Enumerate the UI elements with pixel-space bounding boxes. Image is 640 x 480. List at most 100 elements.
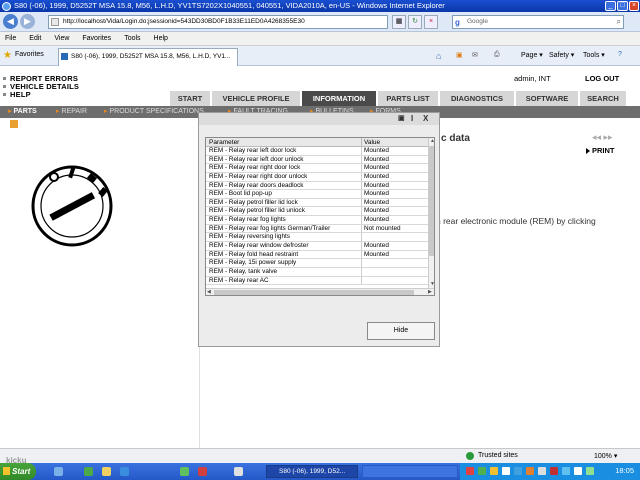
tab-parts-list[interactable]: PARTS LIST [378,91,440,106]
security-zone[interactable]: Trusted sites [478,452,518,459]
zoom-level[interactable]: 100% ▾ [594,452,617,460]
dialog-close-button[interactable]: X [423,114,428,123]
table-row[interactable]: REM - Relay rear fog lights German/Trail… [206,224,428,234]
dialog-minimize-button[interactable]: I [411,114,413,123]
parameter-cell: REM - Relay rear left door lock [209,147,297,154]
value-cell: Mounted [364,164,389,172]
tray-icon-4[interactable] [502,467,510,475]
table-row[interactable]: REM - Relay rear right door lock Mounted [206,164,428,173]
tray-icon-8[interactable] [550,467,558,475]
table-row[interactable]: REM - Relay petrol filler lid unlock Moun… [206,207,428,217]
table-row[interactable]: REM - Relay, 15i power supply [206,259,428,268]
column-header-parameter[interactable]: Parameter [209,138,239,147]
app3-quicklaunch-icon[interactable] [234,467,243,476]
print-icon[interactable]: ⎙ [494,51,500,59]
table-row[interactable]: REM - Relay fold head restraint Mounted [206,250,428,260]
scroll-up-icon[interactable]: ▲ [430,138,434,144]
menu-tools[interactable]: Tools [124,35,140,42]
table-row[interactable]: REM - Relay rear window defroster Mounted [206,242,428,251]
value-cell: Mounted [364,250,389,258]
value-cell: Mounted [364,155,389,163]
table-row[interactable]: REM - Boot lid pop-up Mounted [206,190,428,199]
compat-view-icon[interactable]: ▦ [392,15,406,29]
tools-menu[interactable]: Tools ▾ [583,51,605,59]
table-row[interactable]: REM - Relay rear fog lights Mounted [206,216,428,225]
subtab-repair[interactable]: ▸ REPAIR [56,106,87,118]
network-icon[interactable] [586,467,594,475]
mail-icon[interactable]: ✉ [472,51,478,59]
tab-vehicle-profile[interactable]: VEHICLE PROFILE [212,91,302,106]
feeds-icon[interactable]: ▣ [456,51,463,59]
tray-icon-5[interactable] [514,467,522,475]
logout-link[interactable]: LOG OUT [585,74,619,83]
table-row[interactable]: REM - Relay, tank valve [206,267,428,277]
tab-information[interactable]: INFORMATION [302,91,378,106]
hide-button[interactable]: Hide [367,322,435,340]
table-row[interactable]: REM - Relay rear right door unlock Mounte… [206,172,428,182]
folder-icon[interactable] [102,467,111,476]
print-button[interactable]: PRINT [586,146,615,155]
favorites-star-icon[interactable]: ★ [3,50,12,61]
tab-start[interactable]: START [170,91,212,106]
page-menu[interactable]: Page ▾ [521,51,543,59]
menu-view[interactable]: View [54,35,69,42]
home-icon[interactable]: ⌂ [436,51,441,61]
show-desktop-icon[interactable] [54,467,63,476]
refresh-icon[interactable]: ↻ [408,15,422,29]
favorites-button[interactable]: Favorites [15,51,44,58]
column-header-value[interactable]: Value [364,138,380,147]
menu-file[interactable]: File [5,35,16,42]
search-icon[interactable]: ⌕ [617,16,621,28]
menu-help[interactable]: Help [154,35,168,42]
table-row[interactable]: REM - Relay rear left door lock Mounted [206,147,428,156]
search-placeholder: Google [467,18,488,25]
app-quicklaunch-icon[interactable] [180,467,189,476]
tab-search[interactable]: SEARCH [580,91,628,106]
quicklaunch-icon[interactable] [84,467,93,476]
tray-icon-3[interactable] [490,467,498,475]
help-icon[interactable]: ? [618,51,622,58]
vertical-scrollbar[interactable]: ▲ ▼ [428,138,434,288]
taskbar-item-2[interactable] [362,465,458,478]
scroll-down-icon[interactable]: ▼ [430,281,434,287]
taskbar-item-browser[interactable]: S80 (-06), 1999, D52... [266,465,358,478]
tray-icon-1[interactable] [466,467,474,475]
app2-quicklaunch-icon[interactable] [198,467,207,476]
close-window-button[interactable]: × [629,1,639,11]
maximize-button[interactable]: □ [617,1,628,11]
minimize-button[interactable]: _ [605,1,616,11]
tab-software[interactable]: SOFTWARE [516,91,580,106]
ie-quicklaunch-icon[interactable] [120,467,129,476]
tray-icon-6[interactable] [526,467,534,475]
scroll-left-icon[interactable]: ◀ [207,289,211,295]
subtab-parts[interactable]: ▸ PARTS [8,106,37,118]
page-nav-arrows-icon[interactable]: ◂◂ ▸▸ [592,132,613,143]
tab-diagnostics[interactable]: DIAGNOSTICS [440,91,516,106]
address-bar[interactable]: http://localhost/Vida/Login.do;jsessioni… [48,15,388,29]
scroll-right-icon[interactable]: ▶ [428,289,432,295]
safety-menu[interactable]: Safety ▾ [549,51,574,59]
subtab-product-specifications[interactable]: ▸ PRODUCT SPECIFICATIONS [104,106,204,118]
browser-tab[interactable]: S80 (-06), 1999, D5252T MSA 15.8, M56, L… [58,48,238,66]
tray-icon-7[interactable] [538,467,546,475]
back-button[interactable]: ◀ [3,14,18,29]
stop-icon[interactable]: × [424,15,438,29]
search-input[interactable]: g Google ⌕ [452,15,624,29]
start-button[interactable]: Start [0,463,36,480]
forward-button[interactable]: ▶ [20,14,35,29]
table-row[interactable]: REM - Relay rear doors deadlock Mounted [206,181,428,191]
menu-favorites[interactable]: Favorites [82,35,111,42]
table-row[interactable]: REM - Relay petrol filler lid lock Mounte… [206,198,428,208]
menu-edit[interactable]: Edit [29,35,41,42]
ie-icon [2,2,11,11]
horizontal-scrollbar[interactable]: ◀ ▶ [206,288,434,295]
horizontal-scroll-thumb[interactable] [214,290,414,295]
tray-icon-2[interactable] [478,467,486,475]
value-cell: Mounted [364,181,389,189]
vertical-scroll-thumb[interactable] [429,146,434,256]
tray-icon-9[interactable] [562,467,570,475]
table-row[interactable]: REM - Relay rear AC [206,276,428,286]
table-row[interactable]: REM - Relay rear left door unlock Mounted [206,155,428,165]
table-row[interactable]: REM - Relay reversing lights [206,233,428,243]
volume-icon[interactable] [574,467,582,475]
